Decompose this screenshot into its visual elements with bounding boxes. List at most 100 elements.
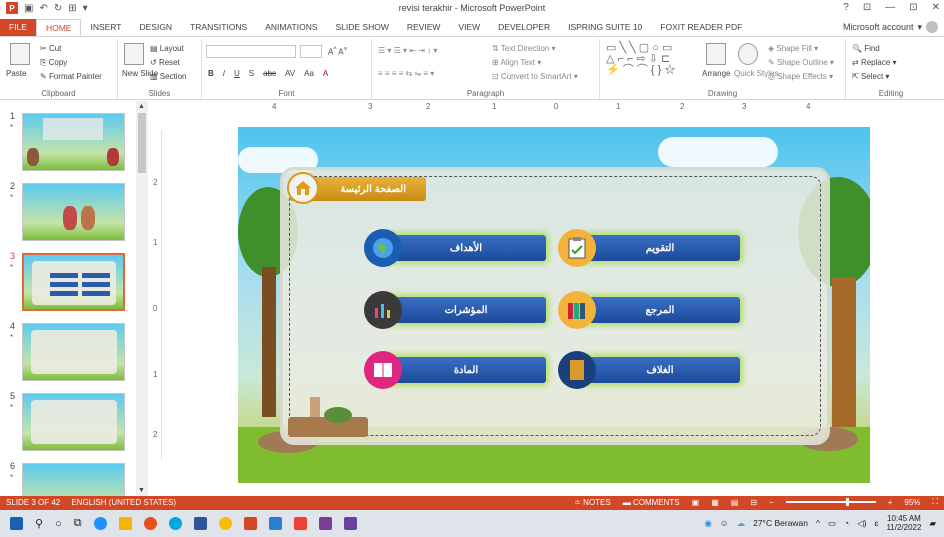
minimize-button[interactable]: — — [885, 2, 895, 13]
font-grow-shrink[interactable]: A^ A˅ — [328, 46, 347, 57]
thumbnail-3[interactable]: 3 * — [8, 251, 136, 311]
file-explorer-icon[interactable] — [118, 517, 132, 530]
tab-view[interactable]: VIEW — [449, 19, 489, 36]
arrange-icon[interactable] — [706, 43, 726, 65]
zoom-level[interactable]: 95% — [904, 498, 920, 507]
evaluation-button[interactable]: التقويم — [580, 235, 740, 261]
thumbnail-scrollbar[interactable]: ▲ ▼ — [136, 101, 148, 496]
comments-button[interactable]: ▬ COMMENTS — [623, 498, 680, 507]
ribbon-display-button[interactable]: ⊡ — [863, 2, 871, 13]
tab-developer[interactable]: DEVELOPER — [489, 19, 559, 36]
tab-animations[interactable]: ANIMATIONS — [256, 19, 326, 36]
network-app-icon[interactable]: ◉ — [704, 518, 711, 529]
normal-view-icon[interactable]: ▣ — [692, 498, 700, 507]
customize-toolbar-icon[interactable]: ▾ — [83, 3, 88, 14]
zoom-out-button[interactable]: − — [769, 498, 774, 507]
new-slide-button[interactable]: New Slide — [122, 69, 158, 78]
account-menu[interactable]: Microsoft account ▾ — [843, 21, 938, 33]
thumbnail-4[interactable]: 4 * — [8, 321, 136, 381]
save-icon[interactable]: ▣ — [24, 3, 33, 14]
shadow-button[interactable]: S — [249, 69, 254, 78]
chevron-up-icon[interactable]: ^ — [816, 518, 820, 528]
text-direction-button[interactable]: ⇅ Text Direction ▾ — [492, 44, 556, 53]
format-painter-button[interactable]: ✎ Format Painter — [40, 72, 102, 81]
app-icon[interactable] — [293, 517, 307, 530]
shapes-gallery[interactable]: ▭ ╲ ╲ ▢ ○ ▭ △ ⌐ ⌐ ⇨ ⇩ ⊏ ⚡ ⌒ ⌒ { } ☆ — [606, 43, 675, 76]
tab-ispring[interactable]: ISPRING SUITE 10 — [559, 19, 651, 36]
tab-design[interactable]: DESIGN — [130, 19, 181, 36]
start-slideshow-icon[interactable]: ⊞ — [68, 3, 76, 14]
shape-fill-button[interactable]: ◈ Shape Fill ▾ — [768, 44, 818, 53]
app-icon[interactable] — [318, 517, 332, 530]
undo-icon[interactable]: ↶ — [39, 3, 47, 14]
app-icon[interactable] — [343, 517, 357, 530]
bold-button[interactable]: B — [208, 69, 214, 78]
material-button[interactable]: المادة — [386, 357, 546, 383]
section-button[interactable]: ▥ Section — [150, 72, 186, 81]
font-color-button[interactable]: A — [323, 69, 328, 78]
objectives-button[interactable]: الأهداف — [386, 235, 546, 261]
input-language-icon[interactable]: ɛ — [875, 518, 879, 528]
italic-button[interactable]: I — [223, 69, 225, 78]
paste-button[interactable]: Paste — [6, 69, 26, 78]
strikethrough-button[interactable]: abc — [263, 69, 276, 78]
home-button[interactable] — [287, 172, 319, 204]
redo-icon[interactable]: ↻ — [54, 3, 62, 14]
char-spacing-button[interactable]: AV — [285, 69, 295, 78]
weather-text[interactable]: 27°C Berawan — [753, 518, 808, 528]
paste-icon[interactable] — [10, 43, 30, 65]
replace-button[interactable]: ⇄ Replace ▾ — [852, 58, 897, 67]
new-slide-icon[interactable] — [124, 43, 144, 65]
thumbnail-5[interactable]: 5 * — [8, 391, 136, 451]
align-text-button[interactable]: ⊞ Align Text ▾ — [492, 58, 541, 67]
notes-button[interactable]: ≐ NOTES — [574, 498, 611, 507]
thumbnail-1[interactable]: 1 * — [8, 111, 136, 171]
task-view-icon[interactable]: ⧉ — [74, 517, 82, 530]
cortana-icon[interactable]: ○ — [55, 518, 62, 530]
list-buttons[interactable]: ☰ ▾ ☰ ▾ ⇤ ⇥ ↕ ▾ — [378, 46, 437, 55]
slideshow-view-icon[interactable]: ⊟ — [750, 498, 757, 507]
copy-button[interactable]: ⎘ Copy — [40, 58, 67, 68]
thumbnail-2[interactable]: 2 * — [8, 181, 136, 241]
thumbnail-6[interactable]: 6 * — [8, 461, 136, 496]
indicators-button[interactable]: المؤشرات — [386, 297, 546, 323]
battery-icon[interactable]: ▭ — [828, 518, 836, 529]
tab-review[interactable]: REVIEW — [398, 19, 450, 36]
convert-smartart-button[interactable]: ⊡ Convert to SmartArt ▾ — [492, 72, 578, 81]
help-button[interactable]: ? — [843, 2, 849, 13]
zoom-slider[interactable] — [785, 498, 876, 506]
clock[interactable]: 10:45 AM 11/2/2022 — [886, 514, 921, 532]
windows-start-icon[interactable] — [10, 517, 23, 530]
powerpoint-icon[interactable] — [243, 517, 257, 530]
select-button[interactable]: ⇱ Select ▾ — [852, 72, 889, 81]
scroll-up-icon[interactable]: ▲ — [138, 103, 145, 110]
skype-icon[interactable] — [168, 517, 182, 530]
layout-button[interactable]: ▤ Layout — [150, 44, 184, 53]
scroll-thumb[interactable] — [138, 113, 146, 173]
quick-styles-button[interactable]: Quick Styles — [734, 69, 778, 78]
current-slide[interactable]: الصفحة الرئيسة الأهداف التقويم المؤشرات … — [238, 127, 870, 483]
align-buttons[interactable]: ≡ ≡ ≡ ≡ ⇆ ⇋ ≡ ▾ — [378, 69, 434, 78]
tab-home[interactable]: HOME — [35, 19, 82, 36]
find-button[interactable]: 🔍 Find — [852, 44, 880, 53]
maximize-button[interactable]: ⊡ — [909, 2, 917, 13]
reference-button[interactable]: المرجع — [580, 297, 740, 323]
close-button[interactable]: ✕ — [932, 2, 940, 13]
underline-button[interactable]: U — [234, 69, 240, 78]
app-icon[interactable] — [268, 517, 282, 530]
tab-file[interactable]: FILE — [0, 19, 36, 36]
font-size-field[interactable] — [300, 45, 322, 58]
zoom-slider-thumb[interactable] — [845, 498, 849, 506]
people-icon[interactable]: ☺ — [720, 518, 729, 528]
word-icon[interactable] — [193, 517, 207, 530]
arrange-button[interactable]: Arrange — [702, 69, 730, 78]
language-indicator[interactable]: ENGLISH (UNITED STATES) — [71, 498, 176, 507]
slide-sorter-icon[interactable]: ▦ — [711, 498, 719, 507]
reset-button[interactable]: ↺ Reset — [150, 58, 180, 67]
fit-slide-icon[interactable]: ⛶ — [932, 497, 938, 507]
cut-button[interactable]: ✂ Cut — [40, 44, 61, 53]
shape-outline-button[interactable]: ✎ Shape Outline ▾ — [768, 58, 834, 67]
chrome-icon[interactable] — [218, 517, 232, 530]
notifications-icon[interactable]: ▰ — [929, 518, 936, 529]
office-icon[interactable] — [143, 517, 157, 530]
